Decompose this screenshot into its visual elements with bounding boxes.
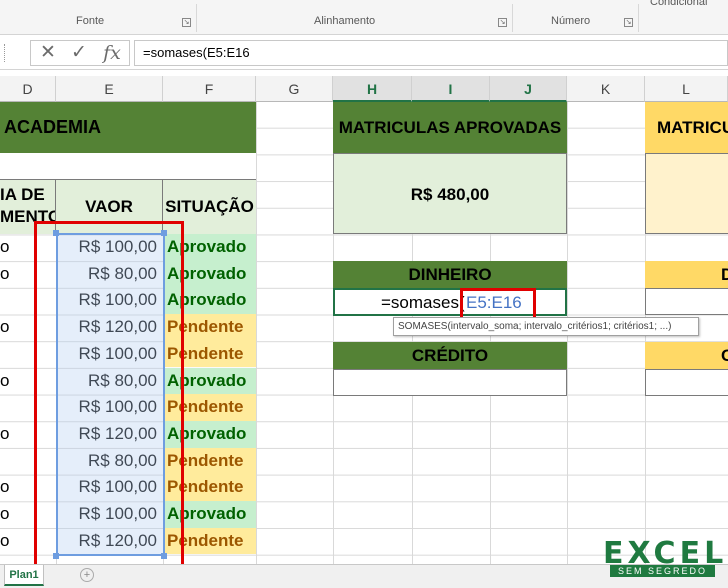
ribbon-separator — [638, 4, 639, 32]
column-header-e[interactable]: E — [56, 76, 163, 102]
ribbon-separator — [196, 4, 197, 32]
insert-function-icon[interactable]: fx — [97, 41, 127, 65]
gold-header-d: D — [645, 261, 728, 288]
formula-buttons: ✕ ✓ fx — [30, 40, 130, 66]
add-sheet-icon[interactable]: + — [80, 568, 94, 582]
font-launcher-icon[interactable]: ↘ — [182, 18, 191, 27]
ribbon: Fonte ↘ Alinhamento ↘ Número ↘ Condicion… — [0, 0, 728, 35]
column-header-h[interactable]: H — [333, 76, 412, 102]
gold-cell[interactable] — [645, 288, 728, 315]
table-title: ACADEMIA — [0, 102, 256, 153]
approved-value[interactable]: R$ 480,00 — [333, 153, 567, 234]
column-header-i[interactable]: I — [412, 76, 490, 102]
column-header-f[interactable]: F — [163, 76, 256, 102]
ribbon-separator — [512, 4, 513, 32]
enter-icon[interactable]: ✓ — [64, 41, 94, 65]
namebox-grip-icon[interactable] — [4, 44, 6, 62]
cash-formula-text: =somases( — [381, 293, 465, 312]
pending-value[interactable] — [645, 153, 728, 234]
grid-line — [256, 102, 257, 564]
alignment-launcher-icon[interactable]: ↘ — [498, 18, 507, 27]
approved-title: MATRICULAS APROVADAS — [333, 102, 567, 153]
column-header-l[interactable]: L — [645, 76, 728, 102]
gold-header-c: C — [645, 342, 728, 369]
ribbon-group-conditional[interactable]: Condicional — [650, 0, 707, 8]
ribbon-group-font: Fonte — [76, 15, 105, 27]
column-header-d[interactable]: D — [0, 76, 56, 102]
column-header-k[interactable]: K — [567, 76, 645, 102]
logo-subtitle: SEM SEGREDO — [610, 565, 715, 577]
blank-row[interactable] — [0, 153, 256, 180]
function-tooltip: SOMASES(intervalo_soma; intervalo_critér… — [393, 317, 699, 336]
gold-cell[interactable] — [645, 369, 728, 396]
credit-cell[interactable] — [333, 369, 567, 396]
formula-input[interactable]: =somases(E5:E16 — [134, 40, 728, 66]
ribbon-group-alignment: Alinhamento — [314, 15, 376, 27]
column-header-g[interactable]: G — [256, 76, 333, 102]
cancel-icon[interactable]: ✕ — [33, 41, 63, 65]
cash-title: DINHEIRO — [333, 261, 567, 288]
number-launcher-icon[interactable]: ↘ — [624, 18, 633, 27]
column-header-j[interactable]: J — [490, 76, 567, 102]
ribbon-group-number: Número — [551, 15, 591, 27]
credit-title: CRÉDITO — [333, 342, 567, 369]
pending-title: MATRICU — [645, 102, 728, 153]
annotation-box — [34, 221, 184, 571]
sheet-tab-plan1[interactable]: Plan1 — [4, 565, 44, 586]
